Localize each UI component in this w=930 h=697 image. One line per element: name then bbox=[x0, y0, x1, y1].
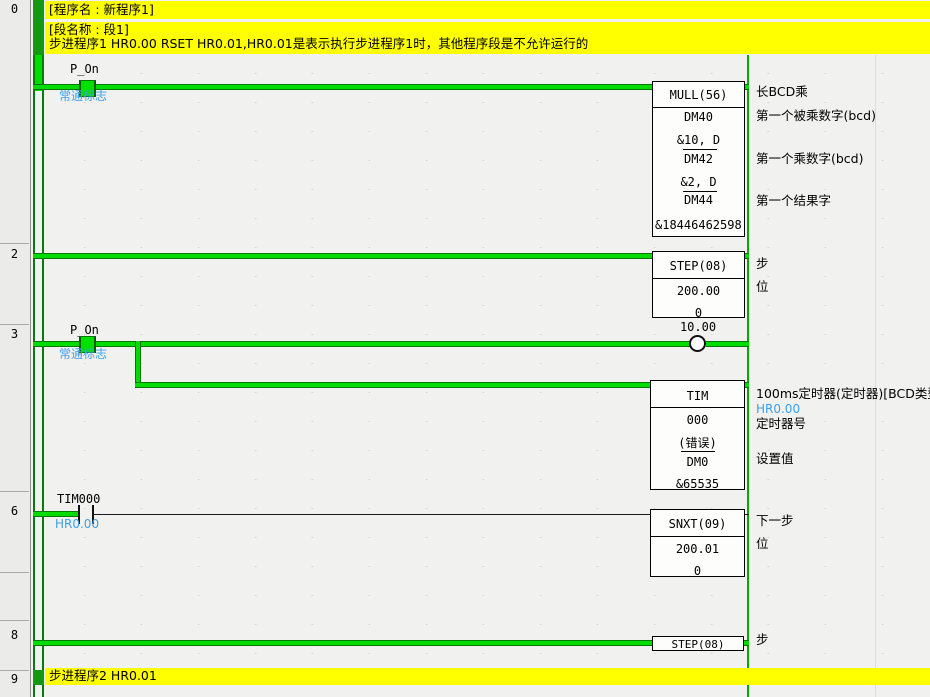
io-comment: 下一步 bbox=[756, 514, 794, 528]
io-comment: 第一个被乘数字(bcd) bbox=[756, 109, 876, 123]
value-separator bbox=[683, 149, 717, 150]
section-comment-banner[interactable]: [段名称 : 段1] 步进程序1 HR0.00 RSET HR0.01,HR0.… bbox=[45, 22, 930, 54]
ladder-editor-window: 0 2 3 6 8 9 [程序名 : 新程序1] [段名称 : 段1] 步进程序… bbox=[0, 0, 930, 697]
io-comment: 步 bbox=[756, 633, 769, 647]
grid-column-line bbox=[875, 55, 876, 697]
rung-number[interactable]: 3 bbox=[0, 328, 29, 342]
rung-comment-text: 步进程序1 HR0.00 RSET HR0.01,HR0.01是表示执行步进程序… bbox=[49, 37, 588, 51]
instruction-block-step[interactable]: STEP(08) 200.00 0 bbox=[652, 251, 745, 318]
rung2-power-line bbox=[33, 253, 652, 259]
rung3-branch-power-line bbox=[135, 382, 651, 388]
rung6-unpowered-line bbox=[94, 514, 651, 515]
instruction-mnemonic: STEP(08) bbox=[672, 638, 725, 651]
instruction-mnemonic: SNXT(09) bbox=[669, 517, 727, 531]
contact-address-label: P_On bbox=[70, 63, 99, 77]
program-name-text: [程序名 : 新程序1] bbox=[49, 3, 154, 17]
rung3-branch-vertical bbox=[135, 341, 141, 388]
rung-margin-cell[interactable] bbox=[0, 325, 29, 492]
rung-number-margin: 0 2 3 6 8 9 bbox=[0, 0, 31, 697]
io-comment: 定时器号 bbox=[756, 417, 806, 431]
left-rail-step-marker bbox=[33, 670, 44, 685]
rung2-output-stub bbox=[745, 253, 749, 259]
operand: 200.00 bbox=[653, 285, 744, 299]
operand: DM0 bbox=[651, 456, 744, 470]
operand: DM44 bbox=[653, 194, 744, 208]
io-comment: 位 bbox=[756, 537, 769, 551]
operand-value: &65535 bbox=[651, 478, 744, 492]
rung3-power-line bbox=[33, 341, 690, 347]
timer-symbol-comment: HR0.00 bbox=[756, 403, 800, 417]
rung8-power-line bbox=[33, 640, 652, 646]
value-separator bbox=[681, 451, 715, 452]
instruction-mnemonic: STEP(08) bbox=[670, 259, 728, 273]
operand-value: 0 bbox=[653, 307, 744, 321]
program-name-banner[interactable]: [程序名 : 新程序1] bbox=[45, 1, 930, 19]
rung-number[interactable]: 6 bbox=[0, 505, 29, 519]
instruction-block-tim[interactable]: TIM 000 (错误) DM0 &65535 bbox=[650, 380, 745, 490]
rung0-power-line bbox=[33, 84, 652, 90]
operand: 200.01 bbox=[651, 543, 744, 557]
rung3-power-line-after-coil bbox=[706, 341, 749, 347]
right-power-rail bbox=[747, 55, 749, 697]
contact-symbol-comment: 常通标志 bbox=[59, 90, 107, 104]
operand-value: 0 bbox=[651, 565, 744, 579]
instruction-mnemonic: MULL(56) bbox=[670, 88, 728, 102]
io-comment: 第一个乘数字(bcd) bbox=[756, 152, 864, 166]
left-power-rail bbox=[33, 91, 44, 670]
rung6-output-stub bbox=[745, 514, 749, 515]
rung8-output-stub bbox=[744, 640, 749, 646]
io-comment: 长BCD乘 bbox=[756, 85, 808, 99]
instruction-block-snxt[interactable]: SNXT(09) 200.01 0 bbox=[650, 509, 745, 577]
rung-margin-cell[interactable] bbox=[0, 0, 29, 244]
operand: 000 bbox=[651, 414, 744, 428]
rung-number[interactable]: 0 bbox=[0, 3, 29, 17]
step-program-text: 步进程序2 HR0.01 bbox=[49, 669, 157, 683]
rung-margin-cell[interactable] bbox=[0, 573, 29, 621]
value-separator bbox=[683, 191, 717, 192]
rung-number[interactable]: 2 bbox=[0, 248, 29, 262]
io-comment: 位 bbox=[756, 280, 769, 294]
instruction-mnemonic: TIM bbox=[687, 389, 709, 403]
io-comment: 步 bbox=[756, 257, 769, 271]
io-comment: 第一个结果字 bbox=[756, 194, 831, 208]
instruction-block-mull[interactable]: MULL(56) DM40 &10, D DM42 &2, D DM44 &18… bbox=[652, 81, 745, 237]
step-program-banner[interactable]: 步进程序2 HR0.01 bbox=[45, 668, 930, 685]
contact-symbol-comment: 常通标志 bbox=[59, 348, 107, 362]
io-comment: 设置值 bbox=[756, 452, 794, 466]
left-power-rail-bottom bbox=[33, 685, 44, 697]
output-coil[interactable] bbox=[689, 335, 706, 352]
contact-symbol-comment: HR0.00 bbox=[55, 518, 99, 532]
rung-number[interactable]: 8 bbox=[0, 629, 29, 643]
operand-value: (错误) bbox=[651, 437, 744, 451]
rung0-output-stub bbox=[745, 84, 749, 90]
io-comment: 100ms定时器(定时器)[BCD类型] bbox=[756, 387, 930, 401]
operand: DM42 bbox=[653, 153, 744, 167]
operand-value: &10, D bbox=[653, 134, 744, 148]
rung-number[interactable]: 9 bbox=[0, 673, 29, 687]
left-rail-header-segment bbox=[33, 0, 44, 55]
operand-value: &2, D bbox=[653, 176, 744, 190]
instruction-block-step-end[interactable]: STEP(08) bbox=[652, 636, 744, 651]
operand-value: &18446462598... bbox=[653, 219, 744, 233]
coil-address-label: 10.00 bbox=[673, 321, 723, 335]
rung3-output-stub bbox=[745, 382, 749, 388]
operand: DM40 bbox=[653, 111, 744, 125]
